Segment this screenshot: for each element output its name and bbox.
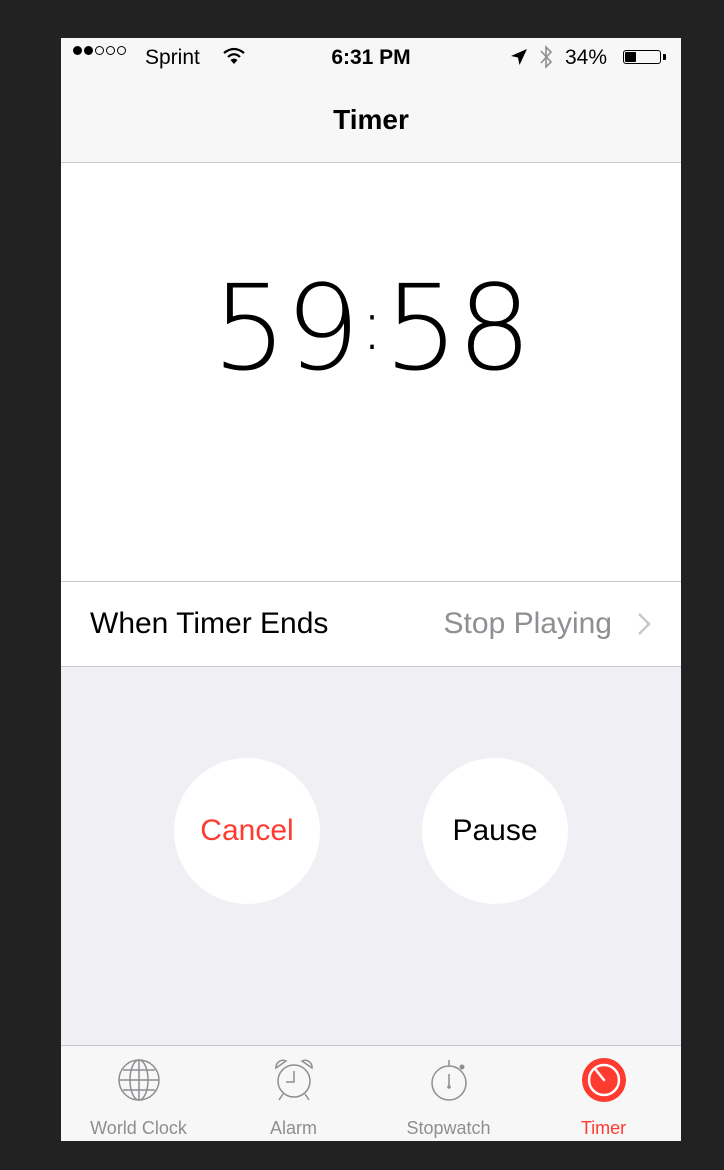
tab-stopwatch[interactable]: Stopwatch [371, 1046, 526, 1141]
tab-label: Timer [580, 1118, 627, 1138]
status-bar: Sprint 6:31 PM 34% [61, 38, 681, 78]
stopwatch-icon [431, 1060, 467, 1101]
chevron-right-icon [638, 613, 651, 635]
battery-percentage: 34% [565, 46, 608, 69]
top-bar: Sprint 6:31 PM 34% Timer [61, 38, 681, 163]
cancel-button[interactable]: Cancel [174, 758, 320, 904]
location-arrow-icon [511, 49, 527, 65]
tab-bar: World Clock Alarm Stopwatch Timer [61, 1045, 681, 1141]
when-timer-ends-label: When Timer Ends [90, 607, 329, 640]
timer-icon [582, 1058, 626, 1102]
tab-world-clock[interactable]: World Clock [61, 1046, 216, 1141]
countdown-display: 59:58 [212, 259, 532, 397]
tab-label: Stopwatch [406, 1118, 491, 1138]
globe-icon [118, 1059, 160, 1101]
alarm-clock-icon [275, 1059, 313, 1101]
tab-label: Alarm [269, 1118, 317, 1138]
page-title: Timer [333, 104, 409, 135]
battery-fill [625, 52, 636, 62]
battery-nub [663, 54, 666, 60]
when-timer-ends-row[interactable]: When Timer Ends Stop Playing [61, 582, 681, 667]
when-timer-ends-value: Stop Playing [443, 607, 612, 640]
tab-alarm[interactable]: Alarm [216, 1046, 371, 1141]
phone-screen: Sprint 6:31 PM 34% Timer 59:58 When Time [61, 38, 681, 1141]
tab-label: World Clock [90, 1118, 187, 1138]
bluetooth-icon [540, 45, 553, 69]
pause-button[interactable]: Pause [422, 758, 568, 904]
countdown-panel: 59:58 [61, 163, 681, 582]
tab-timer[interactable]: Timer [526, 1046, 681, 1141]
battery-icon [623, 50, 661, 64]
